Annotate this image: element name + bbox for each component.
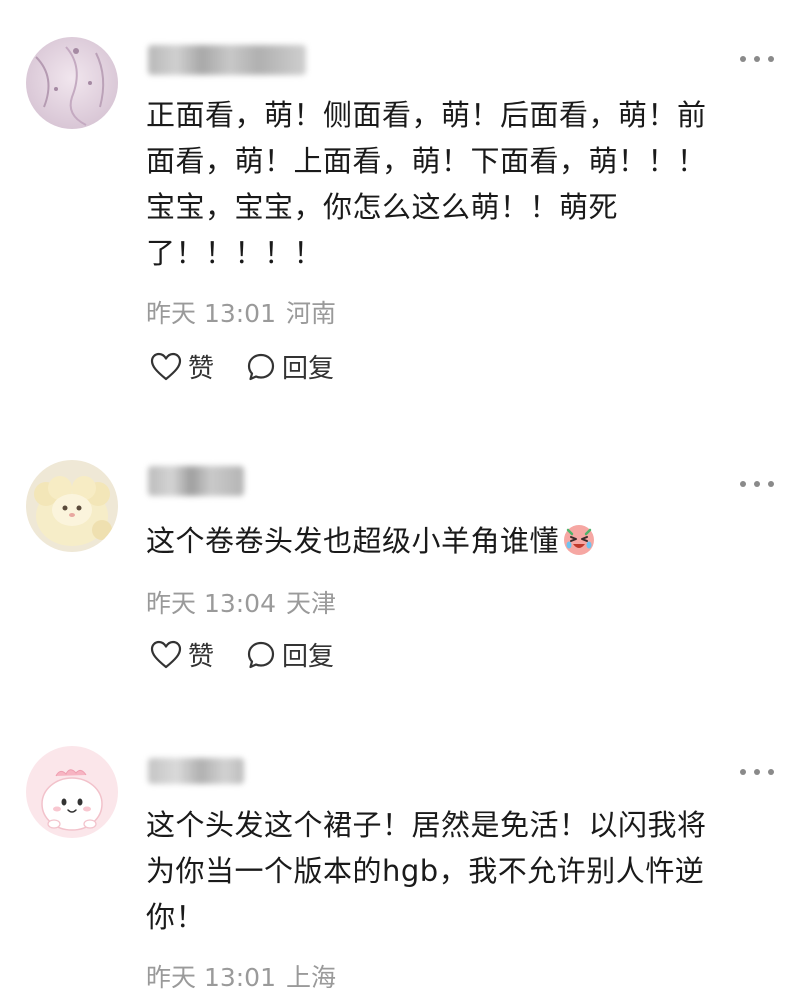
more-options-icon[interactable] (740, 53, 774, 65)
avatar[interactable] (26, 460, 118, 552)
heart-icon (150, 640, 182, 670)
comment-item: 这个头发这个裙子！居然是免活！以闪我将 为你当一个版本的hgb，我不允许别人忤逆… (0, 720, 800, 1004)
like-label: 赞 (188, 354, 215, 384)
comment-item: 这个卷卷头发也超级小羊角谁懂 昨天 13:04 天津 赞 回复 (0, 420, 800, 720)
username[interactable] (148, 758, 244, 784)
comment-location: 河南 (286, 299, 337, 328)
chat-bubble-icon (246, 352, 276, 382)
comment-text: 正面看，萌！侧面看，萌！后面看，萌！前 面看，萌！上面看，萌！下面看，萌！！！ … (146, 98, 707, 270)
more-options-icon[interactable] (740, 766, 774, 778)
comment-meta: 昨天 13:01 河南 (146, 294, 336, 330)
username[interactable] (148, 466, 244, 496)
comment-text: 这个头发这个裙子！居然是免活！以闪我将 为你当一个版本的hgb，我不允许别人忤逆… (146, 808, 707, 934)
comment-location: 上海 (286, 963, 337, 992)
like-button[interactable]: 赞 (150, 348, 214, 385)
reply-button[interactable]: 回复 (246, 348, 334, 385)
reply-label: 回复 (282, 354, 335, 384)
comment-actions: 赞 回复 (150, 348, 334, 385)
like-button[interactable]: 赞 (150, 636, 214, 673)
comment-meta: 昨天 13:04 天津 (146, 584, 336, 620)
chat-bubble-icon (246, 640, 276, 670)
more-options-icon[interactable] (740, 478, 774, 490)
avatar[interactable] (26, 746, 118, 838)
comment-time: 昨天 13:01 (146, 963, 276, 992)
comment-meta: 昨天 13:01 上海 (146, 958, 336, 994)
comment-time: 昨天 13:01 (146, 299, 276, 328)
comment-time: 昨天 13:04 (146, 589, 276, 618)
username[interactable] (148, 45, 306, 75)
reply-label: 回复 (282, 642, 335, 672)
comment-item: 正面看，萌！侧面看，萌！后面看，萌！前 面看，萌！上面看，萌！下面看，萌！！！ … (0, 0, 800, 420)
comment-text: 这个卷卷头发也超级小羊角谁懂 (146, 518, 776, 564)
comment-location: 天津 (286, 589, 337, 618)
like-label: 赞 (188, 642, 215, 672)
avatar[interactable] (26, 37, 118, 129)
reply-button[interactable]: 回复 (246, 636, 334, 673)
laughing-tears-emoji (561, 521, 597, 557)
comment-actions: 赞 回复 (150, 636, 334, 673)
heart-icon (150, 352, 182, 382)
